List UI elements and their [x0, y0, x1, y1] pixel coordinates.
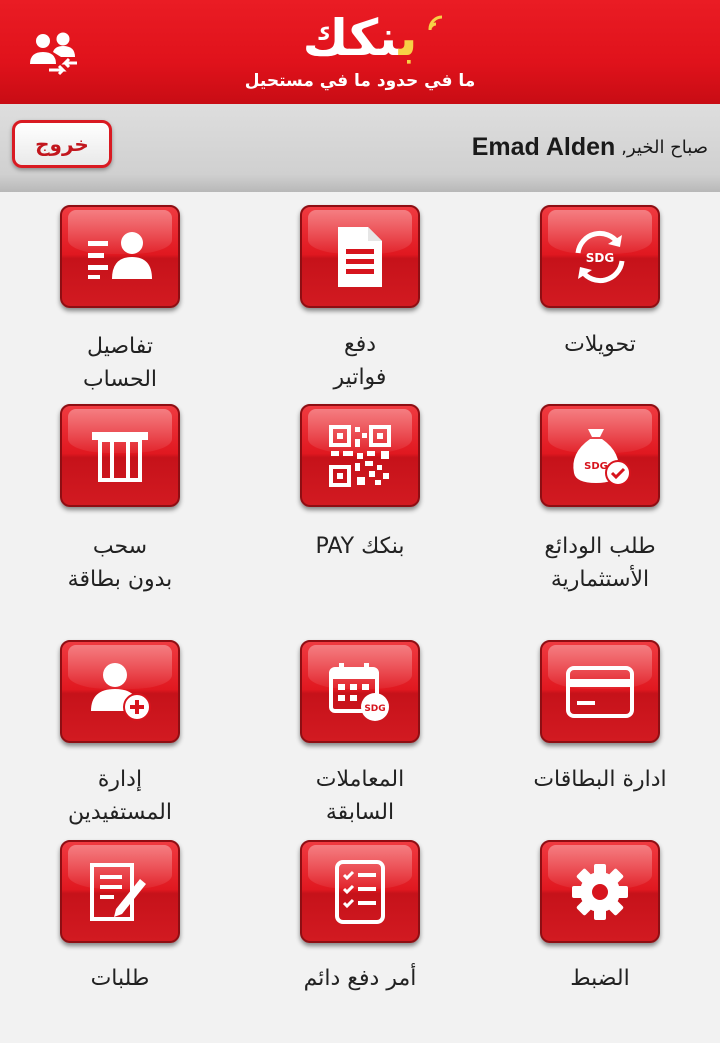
transfers-label: تحويلات: [564, 332, 636, 357]
standing-order-label: أمر دفع دائم: [303, 966, 417, 991]
cardless-withdrawal-label: سحب بدون بطاقة: [67, 534, 173, 592]
cardless-withdrawal-button[interactable]: [60, 404, 180, 507]
atm-icon: [92, 431, 148, 482]
user-name: Emad Alden: [471, 132, 616, 161]
manage-beneficiaries-label: إدارة المستفيدين: [68, 767, 172, 825]
transaction-history-button[interactable]: SDG: [300, 640, 420, 743]
account-details-icon: [88, 231, 152, 279]
svg-text:SDG: SDG: [584, 461, 608, 472]
account-details-button[interactable]: [60, 205, 180, 308]
bankak-pay-label: بنكك PAY: [315, 534, 405, 559]
wireless-signal-icon: [428, 15, 443, 31]
checklist-icon: [335, 859, 385, 924]
tagline: ما في حدود ما في مستحيل: [244, 71, 476, 91]
bankak-logo: بنكك ما في حدود ما في مستحيل: [240, 6, 480, 101]
greeting-word: صباح الخير,: [621, 136, 708, 158]
standing-order-button[interactable]: [300, 840, 420, 943]
pay-bills-button[interactable]: [300, 205, 420, 308]
requests-label: طلبات: [90, 966, 150, 991]
transfers-button[interactable]: SDG: [540, 205, 660, 308]
qr-code-icon: [329, 424, 391, 487]
pay-bills-label: دفع فواتير: [333, 332, 387, 390]
logout-button[interactable]: خروج: [12, 120, 112, 168]
svg-text:SDG: SDG: [586, 251, 614, 265]
add-user-icon: [91, 662, 151, 721]
manage-cards-button[interactable]: [540, 640, 660, 743]
account-details-label: تفاصيل الحساب: [82, 334, 158, 392]
settings-label: الضبط: [570, 966, 630, 991]
form-pen-icon: [90, 862, 146, 921]
users-switch-icon: [30, 32, 77, 76]
users-switch-button[interactable]: [26, 28, 82, 78]
investment-deposits-label: طلب الودائع الأستثمارية: [544, 534, 656, 592]
svg-text:SDG: SDG: [364, 704, 385, 714]
investment-deposits-button[interactable]: SDG: [540, 404, 660, 507]
settings-button[interactable]: [540, 840, 660, 943]
money-bag-sdg-icon: SDG: [573, 428, 631, 486]
sdg-transfer-icon: SDG: [575, 230, 625, 283]
requests-button[interactable]: [60, 840, 180, 943]
gear-icon: [572, 863, 628, 920]
app-header: بنكك ما في حدود ما في مستحيل: [0, 0, 720, 104]
user-greeting: صباح الخير, Emad Alden: [472, 127, 708, 167]
bankak-pay-button[interactable]: [300, 404, 420, 507]
transaction-history-label: المعاملات السابقة: [315, 767, 405, 825]
calendar-sdg-icon: SDG: [329, 662, 389, 721]
credit-card-icon: [566, 665, 634, 718]
document-icon: [338, 226, 382, 287]
manage-beneficiaries-button[interactable]: [60, 640, 180, 743]
manage-cards-label: ادارة البطاقات: [533, 767, 667, 792]
